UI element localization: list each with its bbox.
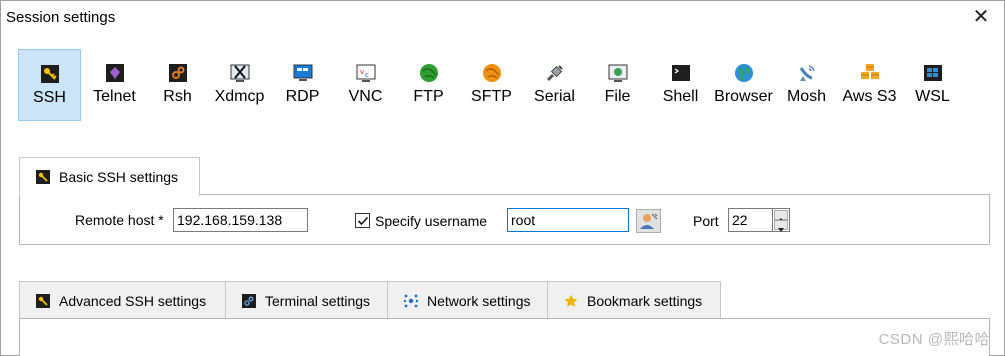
key-icon	[40, 65, 59, 83]
tab-label: Network settings	[427, 292, 531, 309]
protocol-xdmcp[interactable]: Xdmcp	[208, 49, 271, 121]
terminal-icon	[671, 65, 690, 81]
protocol-mosh[interactable]: Mosh	[775, 49, 838, 121]
tab-basic-ssh-settings[interactable]: Basic SSH settings	[19, 157, 200, 196]
protocol-wsl[interactable]: WSL	[901, 49, 964, 121]
remote-host-label: Remote host *	[75, 212, 164, 228]
tab-label: Bookmark settings	[587, 292, 703, 309]
protocol-label: RDP	[285, 88, 320, 105]
protocol-ssh[interactable]: SSH	[18, 49, 81, 121]
tab-advanced-ssh-settings[interactable]: Advanced SSH settings	[19, 281, 226, 319]
user-picker-button[interactable]	[636, 209, 661, 233]
file-monitor-icon	[608, 64, 627, 82]
username-input[interactable]	[507, 208, 629, 232]
protocol-bar: SSH Telnet Rsh Xdmcp RDP vc VNC FTP SFTP	[18, 49, 958, 121]
terminal-settings-icon	[242, 293, 256, 308]
session-settings-window: Session settings ✕ SSH Telnet Rsh Xdmcp …	[0, 0, 1005, 356]
protocol-serial[interactable]: Serial	[523, 49, 586, 121]
remote-desktop-icon	[293, 64, 312, 81]
protocol-label: Rsh	[163, 88, 192, 105]
tab-bookmark-settings[interactable]: Bookmark settings	[547, 281, 721, 319]
satellite-icon	[799, 65, 815, 81]
protocol-rdp[interactable]: RDP	[271, 49, 334, 121]
protocol-shell[interactable]: Shell	[649, 49, 712, 121]
port-label: Port	[693, 213, 719, 229]
check-icon	[357, 216, 369, 226]
svg-text:c: c	[365, 71, 369, 79]
specify-username-checkbox[interactable]	[355, 213, 370, 228]
window-title: Session settings	[6, 9, 116, 26]
protocol-label: Telnet	[93, 88, 136, 105]
windows-icon	[923, 65, 942, 81]
remote-host-input[interactable]	[173, 208, 308, 232]
protocol-browser[interactable]: Browser	[712, 49, 775, 121]
settings-tab-panel	[19, 318, 990, 356]
network-icon	[404, 294, 418, 307]
serial-plug-icon	[546, 65, 563, 82]
aws-cubes-icon	[860, 64, 879, 79]
watermark: CSDN @熙哈哈	[878, 331, 990, 348]
globe-blue-icon	[734, 64, 753, 82]
tab-label: Basic SSH settings	[59, 169, 179, 185]
protocol-telnet[interactable]: Telnet	[83, 49, 146, 121]
basic-ssh-panel: Remote host * Specify username Port	[19, 194, 990, 245]
svg-text:v: v	[360, 68, 364, 76]
protocol-rsh[interactable]: Rsh	[146, 49, 209, 121]
port-input[interactable]	[728, 208, 773, 232]
vnc-icon: vc	[356, 64, 375, 82]
protocol-label: SFTP	[471, 88, 512, 105]
user-icon	[640, 213, 658, 229]
port-stepper	[772, 208, 790, 232]
protocol-ftp[interactable]: FTP	[397, 49, 460, 121]
telnet-icon	[105, 64, 124, 82]
protocol-label: Shell	[662, 88, 699, 105]
protocol-aws-s3[interactable]: Aws S3	[838, 49, 901, 121]
protocol-label: WSL	[915, 88, 950, 105]
star-icon	[564, 294, 578, 307]
arrow-down-icon	[778, 228, 784, 232]
x-display-icon	[230, 64, 249, 82]
tab-label: Terminal settings	[265, 292, 371, 309]
protocol-label: Xdmcp	[214, 88, 265, 105]
protocol-label: SSH	[33, 89, 66, 106]
tab-terminal-settings[interactable]: Terminal settings	[225, 281, 388, 319]
protocol-label: Mosh	[786, 88, 827, 105]
globe-orange-icon	[482, 64, 501, 82]
protocol-sftp[interactable]: SFTP	[460, 49, 523, 121]
rsh-icon	[168, 64, 187, 82]
protocol-label: FTP	[413, 88, 444, 105]
protocol-label: VNC	[348, 88, 383, 105]
globe-green-icon	[419, 64, 438, 82]
protocol-label: Browser	[714, 88, 773, 105]
port-decrement-button[interactable]	[774, 220, 788, 232]
key-icon	[36, 293, 50, 308]
close-icon[interactable]: ✕	[968, 4, 994, 30]
tab-network-settings[interactable]: Network settings	[387, 281, 548, 319]
protocol-label: Aws S3	[842, 88, 897, 105]
specify-username-label: Specify username	[375, 213, 488, 229]
protocol-label: File	[604, 88, 631, 105]
tab-label: Advanced SSH settings	[59, 292, 207, 309]
port-increment-button[interactable]	[774, 210, 788, 222]
protocol-file[interactable]: File	[586, 49, 649, 121]
protocol-vnc[interactable]: vc VNC	[334, 49, 397, 121]
key-icon	[36, 170, 50, 184]
protocol-label: Serial	[534, 88, 575, 105]
